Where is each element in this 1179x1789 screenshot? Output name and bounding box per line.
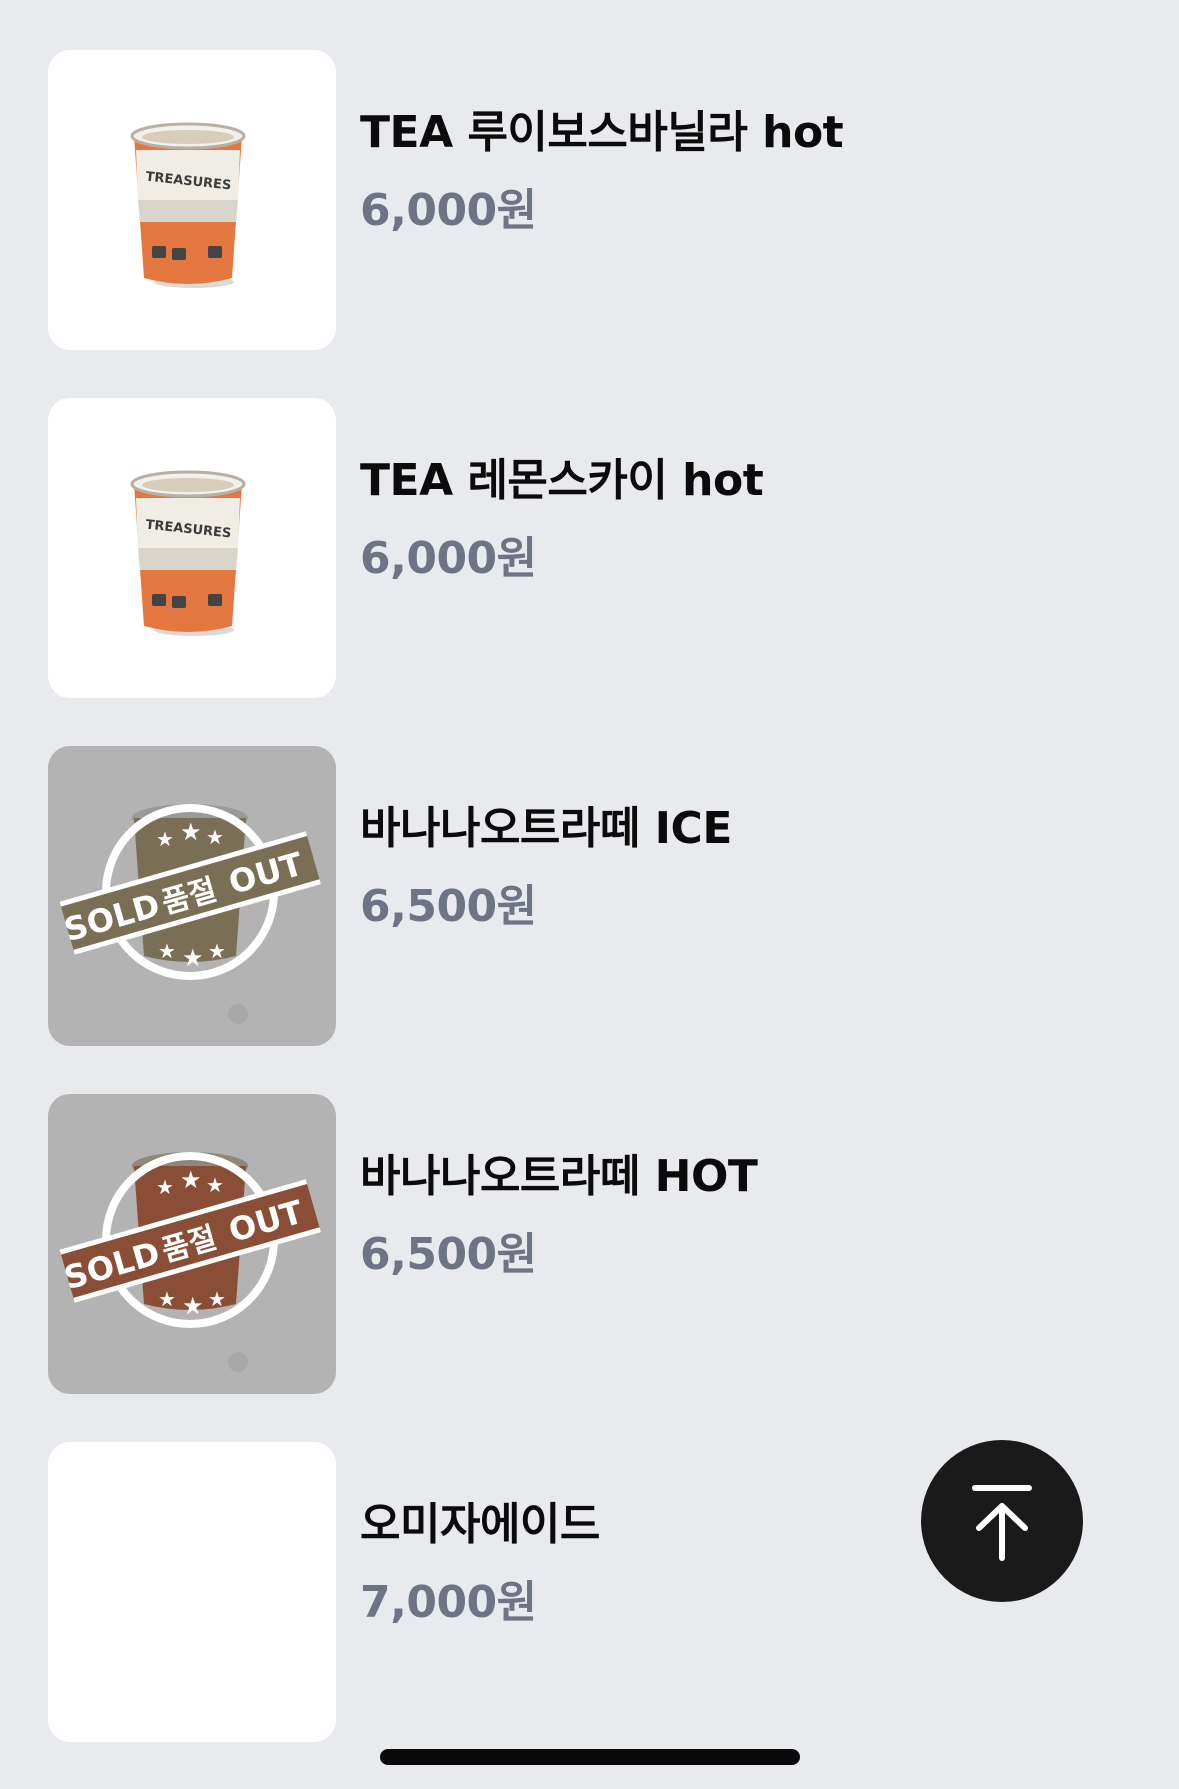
menu-item[interactable]: TREASURES TEA 루이보스바닐라 hot 6,000원 xyxy=(48,50,1128,350)
arrow-up-to-line-icon xyxy=(972,1485,1032,1561)
svg-text:★: ★ xyxy=(158,1287,176,1311)
svg-text:★: ★ xyxy=(206,825,224,849)
menu-item[interactable]: ★ ★ ★ ★ ★ ★ SOLD 품절 OUT 바나나오트라떼 HOT 6,50… xyxy=(48,1094,1128,1394)
item-price: 6,500원 xyxy=(360,881,537,932)
product-image[interactable]: TREASURES xyxy=(48,398,336,698)
home-indicator xyxy=(380,1749,800,1765)
item-price: 7,000원 xyxy=(360,1577,537,1628)
item-name[interactable]: 오미자에이드 xyxy=(360,1488,600,1552)
sold-out-stamp-icon: ★ ★ ★ ★ ★ ★ SOLD 품절 OUT xyxy=(59,804,321,1024)
svg-text:★: ★ xyxy=(208,939,226,963)
sold-out-stamp-icon: ★ ★ ★ ★ ★ ★ SOLD 품절 OUT xyxy=(59,1152,321,1372)
item-price: 6,000원 xyxy=(360,185,537,236)
item-name[interactable]: TEA 레몬스카이 hot xyxy=(360,444,764,508)
product-image[interactable] xyxy=(48,1442,336,1742)
svg-text:★: ★ xyxy=(158,939,176,963)
item-name[interactable]: TEA 루이보스바닐라 hot xyxy=(360,96,844,160)
svg-text:★: ★ xyxy=(156,1175,174,1199)
item-name[interactable]: 바나나오트라떼 ICE xyxy=(360,792,732,856)
product-image[interactable]: ★ ★ ★ ★ ★ ★ SOLD 품절 OUT xyxy=(48,746,336,1046)
item-name[interactable]: 바나나오트라떼 HOT xyxy=(360,1140,758,1204)
menu-item[interactable]: ★ ★ ★ ★ ★ ★ SOLD 품절 OUT 바나나오트라떼 ICE 6,50… xyxy=(48,746,1128,1046)
svg-text:★: ★ xyxy=(182,944,204,972)
svg-text:★: ★ xyxy=(182,1292,204,1320)
item-price: 6,500원 xyxy=(360,1229,537,1280)
svg-text:★: ★ xyxy=(208,1287,226,1311)
product-image[interactable]: TREASURES xyxy=(48,50,336,350)
svg-text:★: ★ xyxy=(180,818,202,846)
svg-text:★: ★ xyxy=(156,827,174,851)
scroll-to-top-button[interactable] xyxy=(921,1440,1083,1602)
product-image[interactable]: ★ ★ ★ ★ ★ ★ SOLD 품절 OUT xyxy=(48,1094,336,1394)
svg-text:★: ★ xyxy=(206,1173,224,1197)
cup-icon: TREASURES xyxy=(130,122,246,288)
menu-item[interactable]: TREASURES TEA 레몬스카이 hot 6,000원 xyxy=(48,398,1128,698)
item-price: 6,000원 xyxy=(360,533,537,584)
svg-text:★: ★ xyxy=(180,1166,202,1194)
cup-icon: TREASURES xyxy=(130,470,246,636)
